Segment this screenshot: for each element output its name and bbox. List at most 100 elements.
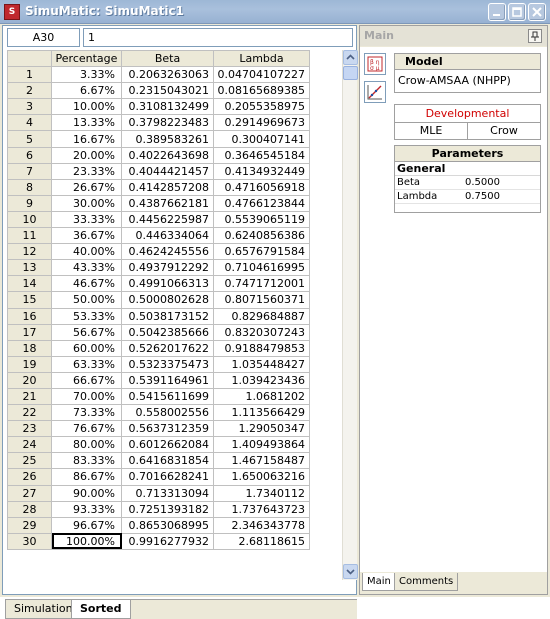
row-number[interactable]: 7 [7, 162, 52, 180]
beta-cell[interactable]: 0.4022643698 [121, 146, 214, 164]
beta-cell[interactable]: 0.4387662181 [121, 194, 214, 212]
row-number[interactable]: 16 [7, 307, 52, 325]
lambda-cell[interactable]: 0.3646545184 [213, 146, 310, 164]
lambda-cell[interactable]: 0.04704107227 [213, 66, 310, 84]
percentage-cell[interactable]: 3.33% [51, 66, 122, 84]
percentage-cell[interactable]: 33.33% [51, 210, 122, 229]
beta-cell[interactable]: 0.2315043021 [121, 82, 214, 100]
row-number[interactable]: 3 [7, 98, 52, 116]
row-number[interactable]: 1 [7, 66, 52, 84]
lambda-cell[interactable]: 0.7471712001 [213, 275, 310, 293]
row-number[interactable]: 15 [7, 291, 52, 309]
pin-button[interactable] [528, 29, 542, 43]
table-row[interactable]: 9 30.00% 0.4387662181 0.4766123844 [7, 194, 310, 212]
percentage-cell[interactable]: 80.00% [51, 436, 122, 454]
row-number[interactable]: 22 [7, 404, 52, 422]
lambda-cell[interactable]: 0.7104616995 [213, 259, 310, 277]
lambda-cell[interactable]: 0.2055358975 [213, 98, 310, 116]
beta-cell[interactable]: 0.713313094 [121, 484, 214, 502]
percentage-cell[interactable]: 10.00% [51, 98, 122, 116]
scroll-up-button[interactable] [343, 50, 358, 65]
table-row[interactable]: 24 80.00% 0.6012662084 1.409493864 [7, 436, 310, 454]
row-number[interactable]: 19 [7, 355, 52, 373]
row-number[interactable]: 14 [7, 275, 52, 293]
beta-cell[interactable]: 0.5323375473 [121, 355, 214, 373]
table-row[interactable]: 26 86.67% 0.7016628241 1.650063216 [7, 468, 310, 486]
percentage-cell[interactable]: 20.00% [51, 146, 122, 164]
table-row[interactable]: 4 13.33% 0.3798223483 0.2914969673 [7, 114, 310, 132]
lambda-cell[interactable]: 0.300407141 [213, 130, 310, 148]
beta-cell[interactable]: 0.5415611699 [121, 387, 214, 406]
lambda-cell[interactable]: 0.4134932449 [213, 162, 310, 180]
row-number[interactable]: 12 [7, 243, 52, 261]
row-number[interactable]: 13 [7, 259, 52, 277]
table-row[interactable]: 1 3.33% 0.2063263063 0.04704107227 [7, 66, 310, 84]
beta-cell[interactable]: 0.4991066313 [121, 275, 214, 293]
table-row[interactable]: 10 33.33% 0.4456225987 0.5539065119 [7, 210, 310, 229]
beta-cell[interactable]: 0.4937912292 [121, 259, 214, 277]
percentage-cell[interactable]: 46.67% [51, 275, 122, 293]
table-row[interactable]: 28 93.33% 0.7251393182 1.737643723 [7, 500, 310, 518]
scroll-thumb[interactable] [343, 66, 358, 80]
param-value[interactable]: 0.5000 [465, 176, 540, 189]
table-row[interactable]: 8 26.67% 0.4142857208 0.4716056918 [7, 178, 310, 196]
table-row[interactable]: 2 6.67% 0.2315043021 0.08165689385 [7, 82, 310, 100]
beta-cell[interactable]: 0.4456225987 [121, 210, 214, 229]
percentage-cell[interactable]: 43.33% [51, 259, 122, 277]
lambda-cell[interactable]: 0.8320307243 [213, 323, 310, 341]
percentage-cell[interactable]: 56.67% [51, 323, 122, 341]
percentage-cell[interactable]: 96.67% [51, 516, 122, 534]
lambda-cell[interactable]: 1.409493864 [213, 436, 310, 454]
lambda-cell[interactable]: 1.29050347 [213, 420, 310, 438]
table-row[interactable]: 23 76.67% 0.5637312359 1.29050347 [7, 420, 310, 438]
table-row[interactable]: 22 73.33% 0.558002556 1.113566429 [7, 404, 310, 422]
vertical-scrollbar[interactable] [342, 50, 358, 580]
row-number[interactable]: 25 [7, 452, 52, 470]
lambda-cell[interactable]: 1.039423436 [213, 371, 310, 389]
percentage-cell[interactable]: 83.33% [51, 452, 122, 470]
maximize-button[interactable] [508, 3, 526, 21]
beta-cell[interactable]: 0.7016628241 [121, 468, 214, 486]
lambda-cell[interactable]: 0.9188479853 [213, 339, 310, 357]
lambda-cell[interactable]: 0.4716056918 [213, 178, 310, 196]
table-row[interactable]: 19 63.33% 0.5323375473 1.035448427 [7, 355, 310, 373]
beta-cell[interactable]: 0.6416831854 [121, 452, 214, 470]
column-header-percentage[interactable]: Percentage [51, 49, 122, 68]
lambda-cell[interactable]: 2.68118615 [213, 532, 310, 550]
param-row-beta[interactable]: Beta 0.5000 [395, 176, 540, 190]
beta-cell[interactable]: 0.5262017622 [121, 339, 214, 357]
tab-main[interactable]: Main [362, 573, 396, 591]
lambda-cell[interactable]: 1.467158487 [213, 452, 310, 470]
beta-cell[interactable]: 0.5637312359 [121, 420, 214, 438]
table-row[interactable]: 20 66.67% 0.5391164961 1.039423436 [7, 371, 310, 389]
row-number[interactable]: 6 [7, 146, 52, 164]
table-row[interactable]: 27 90.00% 0.713313094 1.7340112 [7, 484, 310, 502]
row-number[interactable]: 9 [7, 194, 52, 212]
row-number[interactable]: 5 [7, 130, 52, 148]
column-header-lambda[interactable]: Lambda [213, 49, 310, 68]
lambda-cell[interactable]: 0.8071560371 [213, 291, 310, 309]
lambda-cell[interactable]: 1.035448427 [213, 355, 310, 373]
table-row[interactable]: 17 56.67% 0.5042385666 0.8320307243 [7, 323, 310, 341]
row-number[interactable]: 8 [7, 178, 52, 196]
percentage-cell[interactable]: 70.00% [51, 387, 122, 406]
param-row-lambda[interactable]: Lambda 0.7500 [395, 190, 540, 204]
table-row[interactable]: 7 23.33% 0.4044421457 0.4134932449 [7, 162, 310, 180]
beta-cell[interactable]: 0.3798223483 [121, 114, 214, 132]
table-row[interactable]: 30 100.00% 0.9916277932 2.68118615 [7, 532, 310, 550]
percentage-cell[interactable]: 26.67% [51, 178, 122, 196]
plot-button[interactable] [364, 81, 386, 103]
row-number[interactable]: 18 [7, 339, 52, 357]
row-number[interactable]: 20 [7, 371, 52, 389]
percentage-cell[interactable]: 40.00% [51, 243, 122, 261]
row-number[interactable]: 28 [7, 500, 52, 518]
beta-cell[interactable]: 0.6012662084 [121, 436, 214, 454]
beta-cell[interactable]: 0.446334064 [121, 227, 214, 245]
beta-cell[interactable]: 0.389583261 [121, 130, 214, 148]
calculate-button[interactable]: β η σ μ [364, 53, 386, 75]
minimize-button[interactable] [488, 3, 506, 21]
beta-cell[interactable]: 0.2063263063 [121, 66, 214, 84]
beta-cell[interactable]: 0.4624245556 [121, 243, 214, 261]
column-header-beta[interactable]: Beta [121, 49, 214, 68]
tab-comments[interactable]: Comments [394, 573, 459, 591]
